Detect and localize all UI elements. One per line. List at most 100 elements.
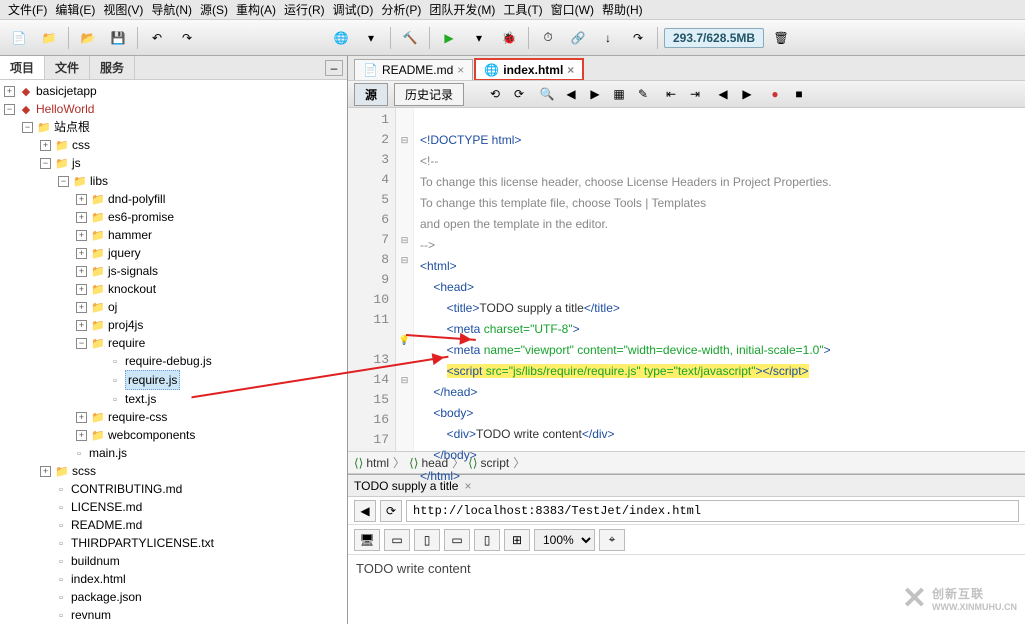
- menu-tools[interactable]: 工具(T): [499, 1, 546, 18]
- redo-button[interactable]: ↷: [174, 25, 200, 51]
- forward-button[interactable]: ⟳: [508, 83, 530, 105]
- tree-contributing[interactable]: ▫CONTRIBUTING.md: [40, 480, 345, 498]
- tree-jquery[interactable]: +📁jquery: [76, 244, 345, 262]
- menu-run[interactable]: 运行(R): [280, 1, 329, 18]
- tree-css[interactable]: +📁css: [40, 136, 345, 154]
- new-project-button[interactable]: 📁: [36, 25, 62, 51]
- undo-button[interactable]: ↶: [144, 25, 170, 51]
- tree-js[interactable]: −📁js −📁libs +📁dnd-polyfill +📁es6-promise…: [40, 154, 345, 462]
- crumb-html[interactable]: ⟨⟩html: [354, 456, 389, 470]
- close-icon[interactable]: ×: [567, 63, 574, 77]
- menu-source[interactable]: 源(S): [196, 1, 232, 18]
- new-file-button[interactable]: 📄: [6, 25, 32, 51]
- build-button[interactable]: 🔨: [397, 25, 423, 51]
- highlight-button[interactable]: ▦: [608, 83, 630, 105]
- code-editor[interactable]: 1234567891011 1314151617 ⊟⊟⊟💡⊟ <!DOCTYPE…: [348, 108, 1025, 452]
- attach-button[interactable]: 🔗: [565, 25, 591, 51]
- tree-hammer[interactable]: +📁hammer: [76, 226, 345, 244]
- zoom-select[interactable]: 100%: [534, 529, 595, 551]
- tree-scss[interactable]: +📁scss: [40, 462, 345, 480]
- inspect-button[interactable]: ⌖: [599, 529, 625, 551]
- device-wide-button[interactable]: ▭: [444, 529, 470, 551]
- debug-button[interactable]: 🐞: [496, 25, 522, 51]
- tree-readme[interactable]: ▫README.md: [40, 516, 345, 534]
- tree-license[interactable]: ▫LICENSE.md: [40, 498, 345, 516]
- profile-button[interactable]: ⏱: [535, 25, 561, 51]
- tree-project-basicjetapp[interactable]: +◆basicjetapp: [4, 82, 345, 100]
- minimize-panel-button[interactable]: ‒: [325, 60, 343, 76]
- menu-window[interactable]: 窗口(W): [547, 1, 598, 18]
- macro-stop-button[interactable]: ■: [788, 83, 810, 105]
- next-button[interactable]: ▶: [584, 83, 606, 105]
- tab-files[interactable]: 文件: [45, 56, 90, 79]
- tree-revnum[interactable]: ▫revnum: [40, 606, 345, 624]
- back-button[interactable]: ⟲: [484, 83, 506, 105]
- open-button[interactable]: 📂: [75, 25, 101, 51]
- preview-reload-button[interactable]: ⟳: [380, 500, 402, 522]
- mode-history[interactable]: 历史记录: [394, 83, 464, 106]
- memory-indicator[interactable]: 293.7/628.5MB: [664, 28, 764, 48]
- menu-navigate[interactable]: 导航(N): [147, 1, 196, 18]
- browser-button[interactable]: 🌐: [328, 25, 354, 51]
- menu-team[interactable]: 团队开发(M): [425, 1, 499, 18]
- gc-button[interactable]: 🗑: [768, 25, 794, 51]
- preview-url-input[interactable]: [406, 500, 1019, 522]
- project-tree[interactable]: +◆basicjetapp −◆HelloWorld −📁站点根 +📁css −…: [0, 80, 347, 624]
- bookmark-next-button[interactable]: ▶: [736, 83, 758, 105]
- code-content[interactable]: <!DOCTYPE html> <!-- To change this lice…: [414, 108, 1025, 451]
- tree-dnd[interactable]: +📁dnd-polyfill: [76, 190, 345, 208]
- device-tablet-button[interactable]: ▭: [384, 529, 410, 551]
- fold-gutter[interactable]: ⊟⊟⊟💡⊟: [396, 108, 414, 451]
- menu-analyze[interactable]: 分析(P): [377, 1, 425, 18]
- device-desktop-button[interactable]: 🖥: [354, 529, 380, 551]
- prev-button[interactable]: ◀: [560, 83, 582, 105]
- comment-button[interactable]: ✎: [632, 83, 654, 105]
- bookmark-prev-button[interactable]: ◀: [712, 83, 734, 105]
- tree-require[interactable]: −📁require ▫require-debug.js ▫require.js …: [76, 334, 345, 408]
- close-icon[interactable]: ×: [457, 63, 464, 77]
- tree-jssignals[interactable]: +📁js-signals: [76, 262, 345, 280]
- save-all-button[interactable]: 💾: [105, 25, 131, 51]
- tab-services[interactable]: 服务: [90, 56, 135, 79]
- device-narrow-button[interactable]: ▯: [474, 529, 500, 551]
- tree-mainjs[interactable]: ▫main.js: [58, 444, 345, 462]
- tree-packagejson[interactable]: ▫package.json: [40, 588, 345, 606]
- menu-edit[interactable]: 编辑(E): [51, 1, 99, 18]
- tree-site-root[interactable]: −📁站点根 +📁css −📁js −📁libs +📁dnd-polyfill: [22, 118, 345, 624]
- tab-projects[interactable]: 项目: [0, 56, 45, 79]
- device-phone-button[interactable]: ▯: [414, 529, 440, 551]
- browser-menu-button[interactable]: ▾: [358, 25, 384, 51]
- tree-libs[interactable]: −📁libs +📁dnd-polyfill +📁es6-promise +📁ha…: [58, 172, 345, 444]
- tree-requirejs[interactable]: ▫require.js: [94, 370, 345, 390]
- shift-left-button[interactable]: ⇤: [660, 83, 682, 105]
- step-over-button[interactable]: ↷: [625, 25, 651, 51]
- menu-file[interactable]: 文件(F): [4, 1, 51, 18]
- menu-view[interactable]: 视图(V): [99, 1, 147, 18]
- tree-knockout[interactable]: +📁knockout: [76, 280, 345, 298]
- tree-project-helloworld[interactable]: −◆HelloWorld −📁站点根 +📁css −📁js −📁libs +📁: [4, 100, 345, 624]
- tree-buildnum[interactable]: ▫buildnum: [40, 552, 345, 570]
- tab-readme[interactable]: 📄 README.md ×: [354, 59, 473, 80]
- tree-indexhtml[interactable]: ▫index.html: [40, 570, 345, 588]
- tree-proj4js[interactable]: +📁proj4js: [76, 316, 345, 334]
- menu-refactor[interactable]: 重构(A): [232, 1, 280, 18]
- tree-textjs[interactable]: ▫text.js: [94, 390, 345, 408]
- tree-es6[interactable]: +📁es6-promise: [76, 208, 345, 226]
- tree-requirecss[interactable]: +📁require-css: [76, 408, 345, 426]
- menu-debug[interactable]: 调试(D): [329, 1, 378, 18]
- run-menu-button[interactable]: ▾: [466, 25, 492, 51]
- run-button[interactable]: ▶: [436, 25, 462, 51]
- preview-back-button[interactable]: ◀: [354, 500, 376, 522]
- tree-thirdparty[interactable]: ▫THIRDPARTYLICENSE.txt: [40, 534, 345, 552]
- find-button[interactable]: 🔍: [536, 83, 558, 105]
- tree-requiredebug[interactable]: ▫require-debug.js: [94, 352, 345, 370]
- tab-index[interactable]: 🌐 index.html ×: [475, 59, 583, 80]
- mode-source[interactable]: 源: [354, 83, 388, 106]
- macro-rec-button[interactable]: ●: [764, 83, 786, 105]
- shift-right-button[interactable]: ⇥: [684, 83, 706, 105]
- step-button[interactable]: ↓: [595, 25, 621, 51]
- menu-help[interactable]: 帮助(H): [598, 1, 647, 18]
- tree-oj[interactable]: +📁oj: [76, 298, 345, 316]
- device-custom-button[interactable]: ⊞: [504, 529, 530, 551]
- tree-webcomponents[interactable]: +📁webcomponents: [76, 426, 345, 444]
